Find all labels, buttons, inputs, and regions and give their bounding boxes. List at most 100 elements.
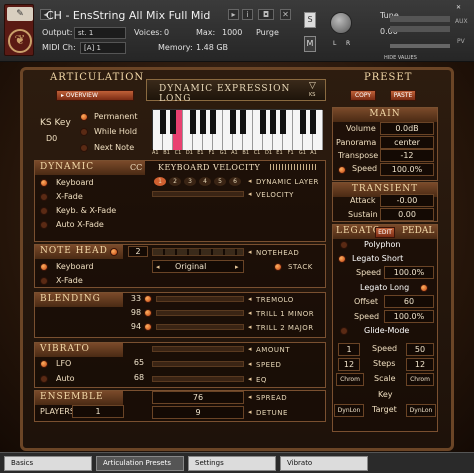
chrom-right-select[interactable]: Chrom	[406, 373, 434, 386]
tab-settings[interactable]: Settings	[188, 456, 276, 471]
overview-button[interactable]: ▸ OVERVIEW	[56, 90, 134, 101]
copy-button[interactable]: COPY	[350, 90, 376, 101]
notehead-mode-select[interactable]: ◂ Original ▸	[152, 260, 244, 273]
black-key[interactable]	[280, 110, 286, 134]
vibrato-speed-value[interactable]: 65	[128, 358, 150, 369]
pv-label[interactable]: PV	[457, 38, 465, 45]
legato-long-speed-value[interactable]: 100.0%	[384, 310, 434, 323]
blend-led[interactable]	[144, 295, 152, 303]
while-hold-led[interactable]	[80, 128, 88, 136]
aux-label[interactable]: AUX	[455, 18, 468, 25]
vibrato-speed-slider[interactable]	[152, 361, 244, 367]
chrom-left-select[interactable]: Chrom	[336, 373, 364, 386]
legato-long-label[interactable]: Legato Long	[360, 283, 409, 292]
volume-value[interactable]: 0.0dB	[380, 122, 434, 135]
black-key[interactable]	[260, 110, 266, 134]
notehead-step-bar[interactable]	[152, 248, 244, 256]
blend-led[interactable]	[144, 323, 152, 331]
dynamic-layer-step[interactable]: 2	[169, 177, 181, 186]
players-value[interactable]: 1	[72, 405, 124, 418]
dynlon-left-select[interactable]: DynLon	[334, 404, 364, 417]
info-icon[interactable]: i	[242, 9, 253, 20]
glide-left-value[interactable]: 1	[338, 343, 360, 356]
velocity-curve-display[interactable]	[270, 164, 318, 170]
midi-channel-select[interactable]: [A] 1	[80, 42, 126, 54]
dynamic-layer-step[interactable]: 4	[199, 177, 211, 186]
black-key[interactable]	[230, 110, 236, 134]
offset-value[interactable]: 60	[384, 295, 434, 308]
black-key[interactable]	[300, 110, 306, 134]
blend-value[interactable]: 98	[126, 308, 146, 319]
mute-button[interactable]: M	[304, 36, 316, 52]
speed-led[interactable]	[338, 166, 346, 174]
dynamic-layer-step[interactable]: 6	[229, 177, 241, 186]
notehead-xfade-option[interactable]: X-Fade	[56, 276, 83, 285]
keyboard-option[interactable]: Keyboard	[56, 178, 94, 187]
spread-value[interactable]: 76	[152, 391, 244, 404]
wrench-icon[interactable]: ✎	[7, 7, 33, 21]
dynamic-layer-step[interactable]: 3	[184, 177, 196, 186]
next-note-option[interactable]: Next Note	[94, 143, 134, 152]
tab-basics[interactable]: Basics	[4, 456, 92, 471]
detune-value[interactable]: 9	[152, 406, 244, 419]
vibrato-eq-slider[interactable]	[152, 376, 244, 382]
glide-speed-value[interactable]: 50	[406, 343, 434, 356]
notehead-xfade-led[interactable]	[40, 277, 48, 285]
speed-value[interactable]: 100.0%	[380, 163, 434, 176]
volume-slider[interactable]	[390, 44, 450, 48]
pedal-label[interactable]: PEDAL	[402, 226, 434, 236]
tune-knob[interactable]	[330, 12, 352, 34]
arrow-left-icon[interactable]: ◂	[156, 263, 160, 271]
black-key[interactable]	[240, 110, 246, 134]
solo-button[interactable]: S	[304, 12, 316, 28]
black-key[interactable]	[210, 110, 216, 134]
next-note-led[interactable]	[80, 144, 88, 152]
next-instrument-icon[interactable]: ▸	[228, 9, 239, 20]
blend-value[interactable]: 94	[126, 322, 146, 333]
black-key[interactable]	[170, 110, 176, 134]
keyb-xfade-option[interactable]: Keyb. & X-Fade	[56, 206, 116, 215]
transpose-value[interactable]: -12	[380, 149, 434, 162]
blend-slider[interactable]	[156, 324, 244, 330]
notehead-count-select[interactable]: 2	[128, 246, 148, 257]
arrow-right-icon[interactable]: ▸	[235, 263, 239, 271]
legato-short-label[interactable]: Legato Short	[352, 254, 403, 263]
keyswitch-keyboard[interactable]	[152, 109, 323, 150]
glide-mode-label[interactable]: Glide-Mode	[364, 326, 409, 335]
legato-long-led[interactable]	[420, 284, 428, 292]
xfade-option[interactable]: X-Fade	[56, 192, 83, 201]
articulation-display[interactable]: DYNAMIC EXPRESSION LONG ▽ KS	[146, 79, 326, 104]
auto-xfade-led[interactable]	[40, 221, 48, 229]
polyphon-label[interactable]: Polyphon	[364, 240, 401, 249]
paste-button[interactable]: PASTE	[390, 90, 416, 101]
black-key[interactable]	[160, 110, 166, 134]
close-instrument-icon[interactable]: ✕	[456, 4, 461, 11]
stack-led[interactable]	[274, 263, 282, 271]
legato-short-led[interactable]	[338, 255, 346, 263]
dynamic-layer-steps[interactable]: 123456	[152, 177, 244, 187]
dynlon-right-select[interactable]: DynLon	[406, 404, 436, 417]
notehead-keyboard-led[interactable]	[40, 263, 48, 271]
dynamic-layer-step[interactable]: 5	[214, 177, 226, 186]
instrument-title[interactable]: CH - EnsString All Mix Full Mid	[46, 9, 210, 22]
permanent-option[interactable]: Permanent	[94, 112, 138, 121]
steps-value[interactable]: 12	[406, 358, 434, 371]
black-key[interactable]	[200, 110, 206, 134]
notehead-keyboard-option[interactable]: Keyboard	[56, 262, 94, 271]
xfade-led[interactable]	[40, 193, 48, 201]
legato-edit-button[interactable]: EDIT	[375, 227, 395, 238]
legato-short-speed-value[interactable]: 100.0%	[384, 266, 434, 279]
blend-slider[interactable]	[156, 310, 244, 316]
blend-slider[interactable]	[156, 296, 244, 302]
glide-12-value[interactable]: 12	[338, 358, 360, 371]
tab-articulation-presets[interactable]: Articulation Presets	[96, 456, 184, 471]
camera-icon[interactable]: ◘	[258, 9, 274, 20]
black-key[interactable]	[270, 110, 276, 134]
auto-led[interactable]	[40, 375, 48, 383]
close-icon[interactable]: ✕	[280, 9, 291, 20]
hide-values-button[interactable]: HIDE VALUES	[384, 55, 417, 61]
auto-xfade-option[interactable]: Auto X-Fade	[56, 220, 104, 229]
lfo-led[interactable]	[40, 360, 48, 368]
tab-vibrato[interactable]: Vibrato	[280, 456, 368, 471]
sustain-value[interactable]: 0.00	[380, 208, 434, 221]
